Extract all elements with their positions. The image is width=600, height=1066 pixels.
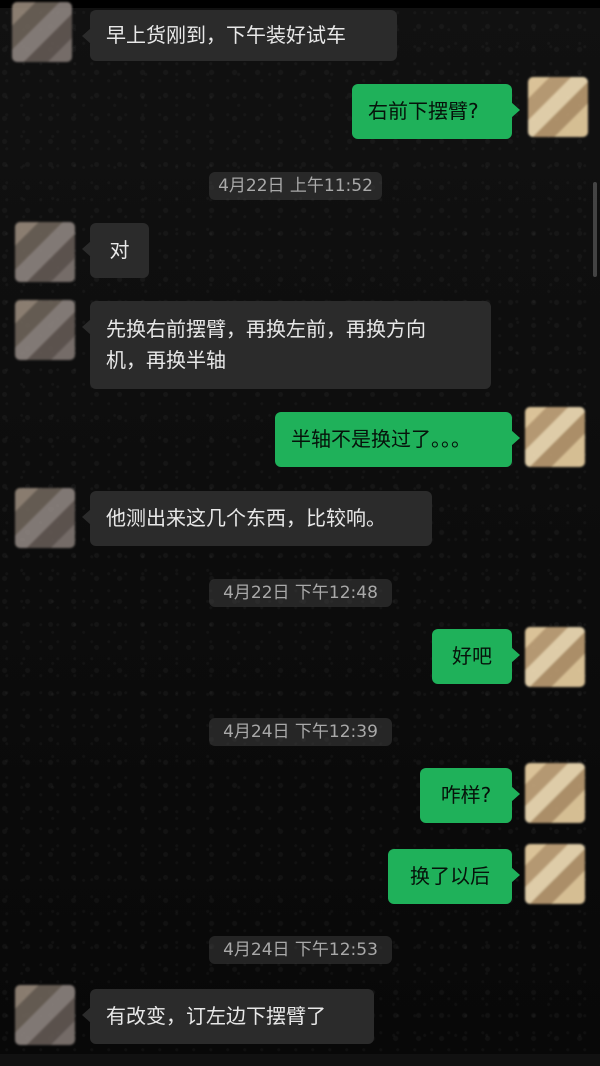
chat-screen: 早上货刚到，下午装好试车 右前下摆臂? 4月22日 上午11:52 对 先换右前…	[0, 0, 600, 1066]
outgoing-message-bubble[interactable]: 咋样?	[420, 768, 520, 823]
top-bar	[0, 0, 600, 8]
contact-avatar[interactable]	[15, 985, 75, 1045]
contact-avatar[interactable]	[15, 300, 75, 360]
timestamp: 4月24日 下午12:53	[209, 936, 392, 964]
self-avatar[interactable]	[525, 407, 585, 467]
outgoing-message-bubble[interactable]: 换了以后	[388, 849, 520, 904]
incoming-message-bubble[interactable]: 有改变，订左边下摆臂了	[82, 989, 374, 1044]
outgoing-message-bubble[interactable]: 右前下摆臂?	[352, 84, 520, 139]
self-avatar[interactable]	[525, 844, 585, 904]
timestamp: 4月24日 下午12:39	[209, 718, 392, 746]
outgoing-message-bubble[interactable]: 半轴不是换过了。。。	[275, 412, 520, 467]
self-avatar[interactable]	[528, 77, 588, 137]
incoming-message-bubble[interactable]: 先换右前摆臂，再换左前，再换方向 机，再换半轴	[82, 301, 491, 389]
incoming-message-bubble[interactable]: 对	[82, 223, 149, 278]
contact-avatar[interactable]	[12, 2, 72, 62]
self-avatar[interactable]	[525, 763, 585, 823]
timestamp: 4月22日 上午11:52	[209, 172, 382, 200]
timestamp: 4月22日 下午12:48	[209, 579, 392, 607]
scrollbar[interactable]	[593, 182, 597, 277]
outgoing-message-bubble[interactable]: 好吧	[432, 629, 520, 684]
incoming-message-bubble[interactable]: 他测出来这几个东西，比较响。	[82, 491, 432, 546]
contact-avatar[interactable]	[15, 222, 75, 282]
self-avatar[interactable]	[525, 627, 585, 687]
contact-avatar[interactable]	[15, 488, 75, 548]
bottom-bar	[0, 1054, 600, 1066]
incoming-message-bubble[interactable]: 早上货刚到，下午装好试车	[82, 10, 397, 61]
